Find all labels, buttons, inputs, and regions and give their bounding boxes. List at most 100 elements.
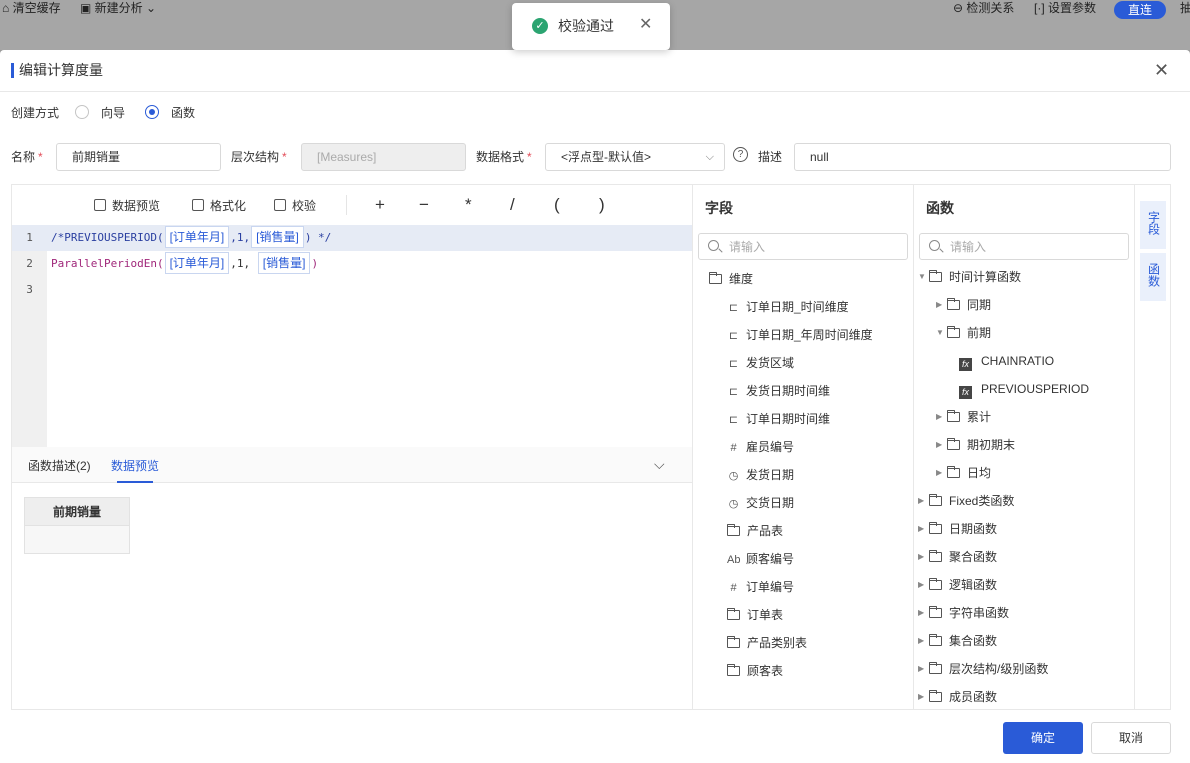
folder-icon: [727, 636, 740, 648]
field-item[interactable]: # 雇员编号: [727, 439, 794, 455]
function-folder[interactable]: 集合函数: [929, 633, 997, 649]
code-function-text: ParallelPeriodEn(: [51, 257, 164, 270]
field-item-label: 顾客表: [747, 664, 784, 678]
function-item-label: 逻辑函数: [949, 578, 998, 592]
close-icon[interactable]: ✕: [1154, 61, 1169, 79]
functions-search-input[interactable]: 请输入: [919, 233, 1129, 260]
clear-cache-button[interactable]: ⌂ 清空缓存: [2, 0, 61, 16]
function-folder[interactable]: 聚合函数: [929, 549, 997, 565]
line-number: 3: [26, 283, 33, 296]
field-item[interactable]: # 订单编号: [727, 579, 794, 595]
close-icon[interactable]: ✕: [639, 17, 652, 33]
function-folder[interactable]: 日均: [947, 465, 991, 481]
detect-relation-button[interactable]: ⊖ 检测关系: [953, 0, 1014, 16]
direct-connect-button[interactable]: 直连: [1114, 1, 1166, 19]
caret-right-icon[interactable]: ▶: [936, 437, 942, 453]
function-folder[interactable]: Fixed类函数: [929, 493, 1014, 509]
radio-guide[interactable]: [75, 105, 89, 119]
field-item[interactable]: 产品表: [727, 523, 783, 539]
caret-right-icon[interactable]: ▶: [918, 549, 924, 565]
radio-function[interactable]: [145, 105, 159, 119]
code-args-text: ,1,: [230, 231, 251, 244]
check-circle-icon: ✓: [532, 18, 548, 34]
preview-table-cell: [25, 526, 129, 553]
fields-search-input[interactable]: 请输入: [698, 233, 908, 260]
function-folder[interactable]: 成员函数: [929, 689, 997, 705]
function-folder[interactable]: 期初期末: [947, 437, 1015, 453]
side-tab-functions[interactable]: 函数: [1140, 253, 1166, 301]
code-editor[interactable]: 1 2 3 /*PREVIOUSPERIOD([订单年月] ,1, [销售量]) *…: [12, 225, 692, 447]
function-item[interactable]: fx CHAINRATIO: [959, 353, 1054, 371]
help-icon[interactable]: ?: [733, 147, 748, 162]
hierarchy-icon: ⊏: [728, 302, 739, 314]
field-item[interactable]: 顾客表: [727, 663, 783, 679]
function-folder[interactable]: 前期: [947, 325, 991, 341]
field-token[interactable]: [销售量]: [251, 226, 304, 248]
caret-right-icon[interactable]: ▶: [936, 297, 942, 313]
caret-right-icon[interactable]: ▶: [918, 493, 924, 509]
radio-guide-label[interactable]: 向导: [101, 105, 125, 121]
new-analysis-button[interactable]: ▣ 新建分析 ⌄: [80, 0, 156, 16]
name-label-text: 名称: [11, 150, 36, 164]
field-item[interactable]: 产品类别表: [727, 635, 807, 651]
field-item[interactable]: ◷ 发货日期: [727, 467, 794, 483]
caret-right-icon[interactable]: ▶: [918, 605, 924, 621]
left-paren-button[interactable]: (: [554, 195, 560, 215]
multiply-operator-button[interactable]: *: [465, 195, 472, 215]
field-item[interactable]: ⊏ 发货区域: [727, 355, 794, 371]
caret-right-icon[interactable]: ▶: [918, 689, 924, 705]
divide-operator-button[interactable]: /: [510, 195, 515, 215]
name-input[interactable]: 前期销量: [56, 143, 221, 171]
code-line-2[interactable]: ParallelPeriodEn([订单年月] ,1, [销售量]): [51, 251, 318, 277]
chevron-down-icon: ⌵: [705, 151, 714, 163]
caret-down-icon[interactable]: ▼: [936, 325, 944, 341]
validate-button[interactable]: 校验: [274, 198, 316, 214]
function-folder[interactable]: 日期函数: [929, 521, 997, 537]
preview-icon: [94, 199, 106, 211]
field-token[interactable]: [销售量]: [257, 252, 311, 274]
function-item[interactable]: fx PREVIOUSPERIOD: [959, 381, 1089, 399]
function-folder[interactable]: 累计: [947, 409, 991, 425]
caret-right-icon[interactable]: ▶: [936, 409, 942, 425]
cancel-button[interactable]: 取消: [1091, 722, 1171, 754]
right-paren-button[interactable]: ): [599, 195, 605, 215]
tab-function-desc[interactable]: 函数描述(2): [28, 458, 91, 474]
format-select[interactable]: <浮点型-默认值> ⌵: [545, 143, 725, 171]
field-item[interactable]: Ab 顾客编号: [727, 551, 794, 567]
desc-input[interactable]: null: [794, 143, 1171, 171]
plus-operator-button[interactable]: +: [375, 195, 385, 215]
tree-folder-dimension[interactable]: 维度: [709, 271, 753, 287]
caret-right-icon[interactable]: ▶: [918, 521, 924, 537]
data-preview-button[interactable]: 数据预览: [94, 198, 160, 214]
caret-right-icon[interactable]: ▶: [936, 465, 942, 481]
field-item[interactable]: ◷ 交货日期: [727, 495, 794, 511]
field-item[interactable]: ⊏ 发货日期时间维: [727, 383, 830, 399]
chevron-down-icon[interactable]: ⌵: [654, 456, 665, 473]
function-folder[interactable]: 时间计算函数: [929, 269, 1021, 285]
code-line-1[interactable]: /*PREVIOUSPERIOD([订单年月] ,1, [销售量]) */: [51, 225, 331, 251]
field-token[interactable]: [订单年月]: [164, 252, 230, 274]
field-item[interactable]: 订单表: [727, 607, 783, 623]
caret-down-icon[interactable]: ▼: [918, 269, 926, 285]
field-item[interactable]: ⊏ 订单日期_时间维度: [727, 299, 849, 315]
caret-right-icon[interactable]: ▶: [918, 577, 924, 593]
radio-function-label[interactable]: 函数: [171, 105, 195, 121]
confirm-button[interactable]: 确定: [1003, 722, 1083, 754]
function-folder[interactable]: 逻辑函数: [929, 577, 997, 593]
tab-data-preview[interactable]: 数据预览: [111, 458, 159, 474]
function-folder[interactable]: 同期: [947, 297, 991, 313]
minus-operator-button[interactable]: −: [419, 195, 429, 215]
field-token[interactable]: [订单年月]: [164, 226, 230, 248]
side-tab-fields[interactable]: 字段: [1140, 201, 1166, 249]
field-item[interactable]: ⊏ 订单日期_年周时间维度: [727, 327, 873, 343]
format-label: 数据格式 *: [476, 149, 532, 165]
caret-right-icon[interactable]: ▶: [918, 633, 924, 649]
field-item-label: 雇员编号: [746, 440, 795, 454]
format-button[interactable]: 格式化: [192, 198, 246, 214]
function-folder[interactable]: 字符串函数: [929, 605, 1009, 621]
caret-right-icon[interactable]: ▶: [918, 661, 924, 677]
set-params-button[interactable]: [·] 设置参数: [1034, 0, 1096, 16]
function-folder[interactable]: 层次结构/级别函数: [929, 661, 1048, 677]
functions-panel: 函数 请输入 ▼ 时间计算函数 ▶ 同期 ▼ 前期 fx CHAINRATIO fx PREVIO…: [913, 185, 1134, 709]
field-item[interactable]: ⊏ 订单日期时间维: [727, 411, 830, 427]
